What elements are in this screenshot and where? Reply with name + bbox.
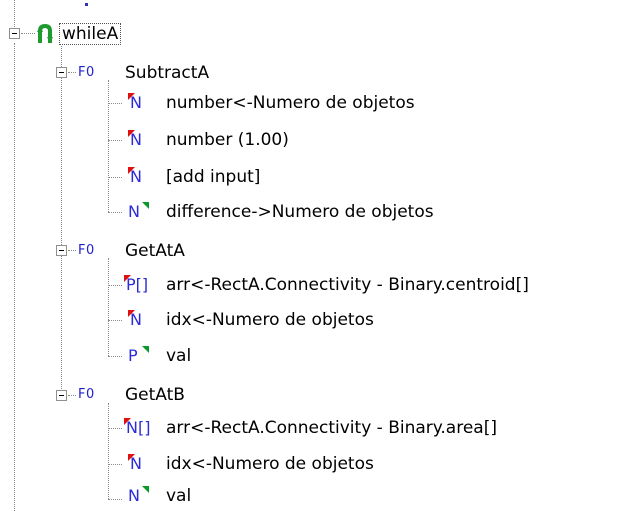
tree-connector <box>85 3 88 6</box>
port-type-icon: N <box>128 486 140 505</box>
output-marker-icon <box>142 346 149 353</box>
tree-connector <box>61 46 62 395</box>
port-label: number (1.00) <box>166 130 289 150</box>
function-tree: whileA F0 SubtractA N number<-Numero de … <box>0 0 621 511</box>
port-type-icon: P <box>128 346 138 365</box>
tree-connector <box>14 0 15 27</box>
port-label: number<-Numero de objetos <box>166 93 415 113</box>
function-icon: F0 <box>78 387 95 402</box>
tree-connector <box>14 43 15 511</box>
port-label: [add input] <box>166 167 261 187</box>
tree-connector <box>108 320 122 321</box>
port-label: val <box>166 346 192 366</box>
tree-connector <box>68 250 76 251</box>
port-label: difference->Numero de objetos <box>166 202 434 222</box>
function-icon: F0 <box>78 243 95 258</box>
port-label: arr<-RectA.Connectivity - Binary.area[] <box>166 418 497 438</box>
tree-connector <box>108 258 109 356</box>
collapse-toggle-whileA[interactable] <box>9 28 20 39</box>
port-label: arr<-RectA.Connectivity - Binary.centroi… <box>166 275 529 295</box>
tree-connector <box>108 212 122 213</box>
tree-connector <box>108 403 109 499</box>
output-marker-icon <box>142 202 149 209</box>
port-type-icon: P[] <box>126 275 149 294</box>
tree-connector <box>108 499 122 500</box>
port-type-icon: N <box>130 93 142 112</box>
tree-connector <box>108 103 122 104</box>
collapse-toggle-subtracta[interactable] <box>56 67 67 78</box>
node-label: SubtractA <box>125 63 210 83</box>
tree-connector <box>108 428 122 429</box>
collapse-toggle-getata[interactable] <box>56 245 67 256</box>
output-marker-icon <box>142 486 149 493</box>
tree-connector <box>108 464 122 465</box>
port-label: idx<-Numero de objetos <box>166 454 374 474</box>
tree-connector <box>108 80 109 212</box>
loop-icon <box>37 23 53 50</box>
tree-node-root[interactable]: whileA <box>58 20 122 48</box>
tree-connector <box>21 33 35 34</box>
port-label: val <box>166 486 192 506</box>
tree-connector <box>68 72 76 73</box>
node-label: GetAtB <box>125 385 185 405</box>
tree-connector <box>108 356 122 357</box>
collapse-toggle-getatb[interactable] <box>56 390 67 401</box>
node-label: GetAtA <box>125 241 185 261</box>
port-type-icon: N <box>130 130 142 149</box>
tree-connector <box>108 140 122 141</box>
tree-connector <box>108 177 122 178</box>
tree-connector <box>68 395 76 396</box>
port-type-icon: N[] <box>126 418 151 437</box>
port-label: idx<-Numero de objetos <box>166 310 374 330</box>
function-icon: F0 <box>78 65 95 80</box>
port-type-icon: N <box>130 454 142 473</box>
node-label: whileA <box>58 23 122 45</box>
port-type-icon: N <box>128 202 140 221</box>
tree-connector <box>108 285 122 286</box>
port-type-icon: N <box>130 310 142 329</box>
port-type-icon: N <box>130 167 142 186</box>
